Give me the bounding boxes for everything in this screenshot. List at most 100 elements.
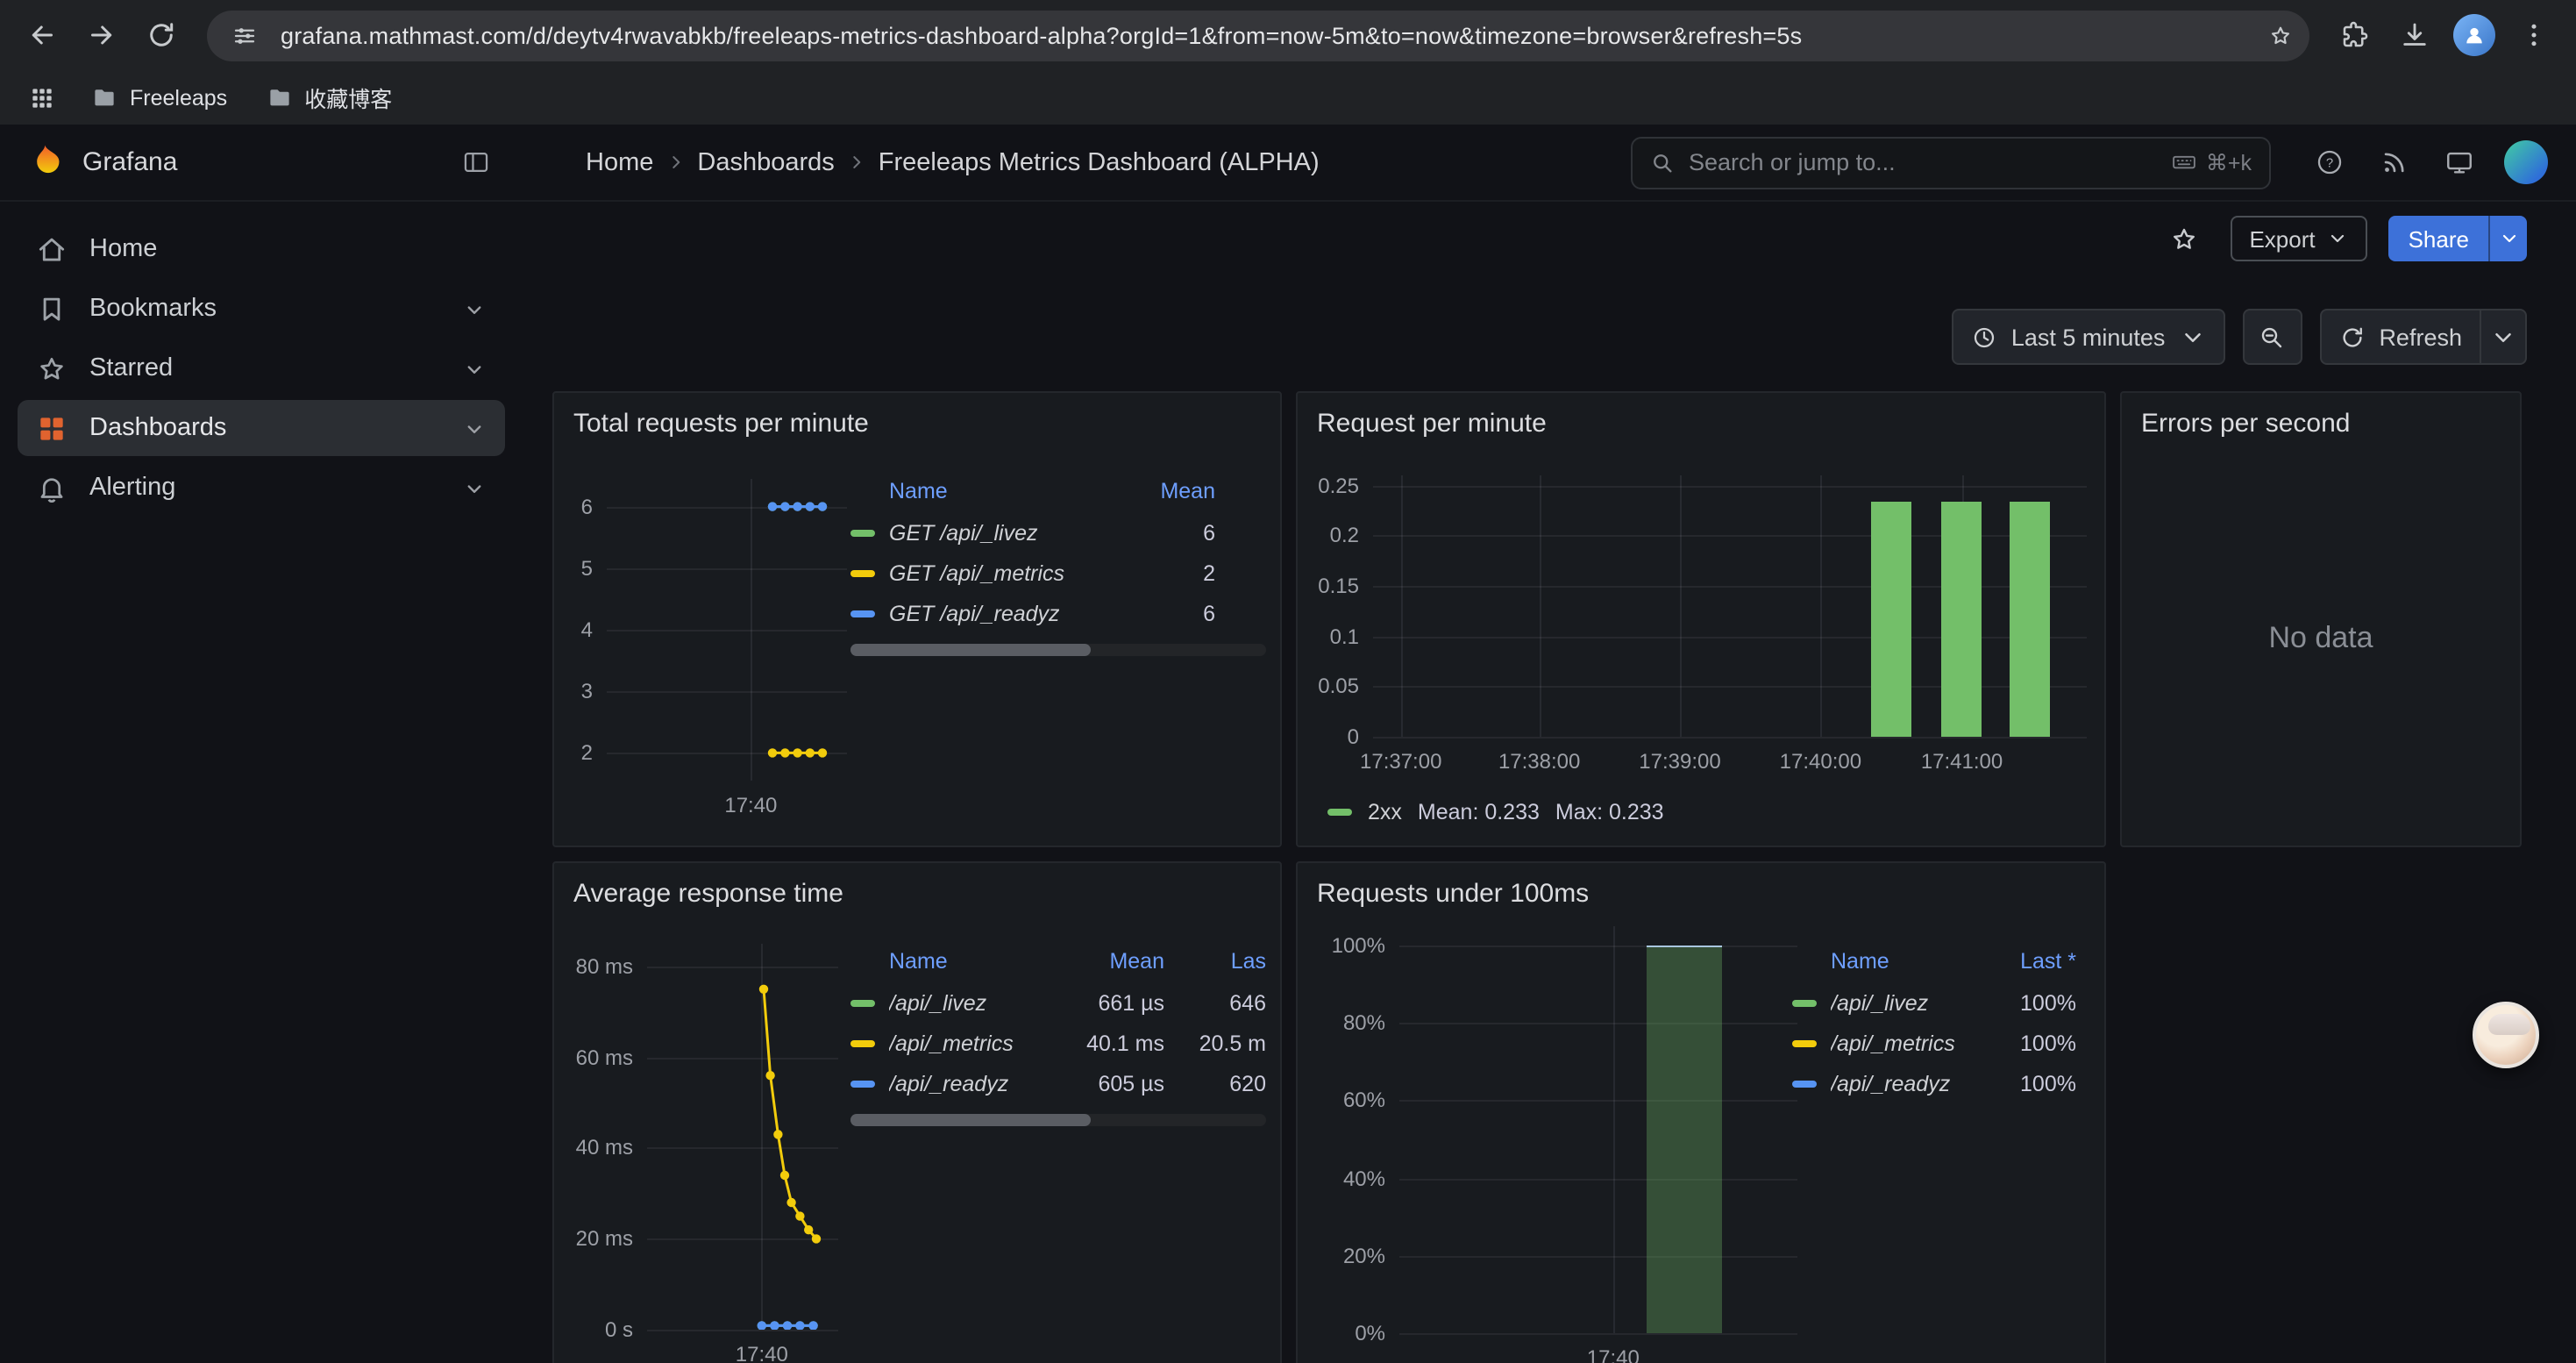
panel-title[interactable]: Request per minute <box>1298 393 2104 453</box>
legend-value: 100% <box>1964 1031 2076 1055</box>
apps-grid-icon[interactable] <box>18 73 67 122</box>
export-button[interactable]: Export <box>2230 216 2367 261</box>
breadcrumb-item-home[interactable]: Home <box>586 148 653 176</box>
grafana-logo-icon[interactable] <box>25 142 65 182</box>
chart: 0.250.20.150.10.05017:37:0017:38:0017:39… <box>1298 393 2104 846</box>
sidebar-item-label: Dashboards <box>89 414 226 442</box>
refresh-button[interactable]: Refresh <box>2319 309 2481 365</box>
sidebar-item-label: Home <box>89 235 157 263</box>
chart-bar <box>1942 503 1982 737</box>
panel-title[interactable]: Requests under 100ms <box>1298 863 2104 923</box>
legend-series-name[interactable]: /api/_metrics <box>850 1031 1052 1055</box>
legend-series-name[interactable]: 2xx <box>1368 800 1402 824</box>
share-menu-chevron[interactable] <box>2488 216 2527 261</box>
zoom-out-button[interactable] <box>2242 309 2302 365</box>
y-axis-tick: 0.05 <box>1298 673 1359 701</box>
extensions-icon[interactable] <box>2327 7 2383 63</box>
x-axis-tick: 17:38:00 <box>1469 749 1610 774</box>
legend-header-mean[interactable]: Mean <box>1110 479 1215 503</box>
series-swatch <box>850 569 875 576</box>
refresh-interval-chevron[interactable] <box>2481 309 2527 365</box>
back-button[interactable] <box>14 7 70 63</box>
legend-row: /api/_livez661 µs646 <box>850 982 1266 1023</box>
sidebar-item-alerting[interactable]: Alerting <box>18 460 505 516</box>
browser-menu-icon[interactable] <box>2506 7 2562 63</box>
legend-scrollbar[interactable] <box>850 1114 1266 1126</box>
bookmark-folder-freeleaps[interactable]: Freeleaps <box>77 79 241 116</box>
sidebar-item-bookmarks[interactable]: Bookmarks <box>18 281 505 337</box>
bookmark-star-icon[interactable] <box>2257 12 2302 58</box>
legend-scrollbar[interactable] <box>850 644 1266 656</box>
gridline <box>647 1238 838 1240</box>
gridline <box>751 479 752 781</box>
legend-header-mean[interactable]: Mean <box>1052 949 1164 974</box>
x-axis-tick: 17:40 <box>1543 1345 1683 1363</box>
legend-series-name[interactable]: /api/_livez <box>850 990 1052 1015</box>
dock-sidebar-icon[interactable] <box>452 139 498 185</box>
screen: grafana.mathmast.com/d/deytv4rwavabkb/fr… <box>0 0 2576 1363</box>
legend-header-name[interactable]: Name <box>850 479 1110 503</box>
legend-stat: Mean: 0.233 <box>1418 800 1540 824</box>
sidebar-item-home[interactable]: Home <box>18 221 505 277</box>
legend-series-name[interactable]: /api/_readyz <box>850 1071 1052 1095</box>
y-axis-tick: 60% <box>1298 1087 1385 1115</box>
legend-header-name[interactable]: Name <box>1792 949 1964 974</box>
help-icon[interactable]: ? <box>2309 143 2348 182</box>
y-axis-tick: 100% <box>1298 931 1385 960</box>
scrollbar-thumb[interactable] <box>850 644 1092 656</box>
panel-title[interactable]: Average response time <box>554 863 1280 923</box>
legend-stat: Max: 0.233 <box>1555 800 1664 824</box>
legend-series-name[interactable]: GET /api/_readyz <box>850 601 1110 625</box>
site-info-icon[interactable] <box>221 12 267 58</box>
header-icons: ? <box>2309 140 2548 184</box>
y-axis-tick: 20% <box>1298 1242 1385 1270</box>
news-rss-icon[interactable] <box>2374 143 2413 182</box>
panel-grid: Total requests per minute6543217:40NameM… <box>552 391 2527 1363</box>
legend-series-name[interactable]: GET /api/_metrics <box>850 560 1110 585</box>
zoom-out-icon <box>2259 324 2285 350</box>
share-button[interactable]: Share <box>2389 216 2488 261</box>
breadcrumb-item-dashboards[interactable]: Dashboards <box>697 148 834 176</box>
breadcrumb-item-freeleaps-metrics-dashboard-alpha[interactable]: Freeleaps Metrics Dashboard (ALPHA) <box>879 148 1320 176</box>
sidebar-item-label: Starred <box>89 354 173 382</box>
downloads-icon[interactable] <box>2387 7 2443 63</box>
panel-title[interactable]: Total requests per minute <box>554 393 1280 453</box>
series-label: /api/_livez <box>889 990 986 1015</box>
refresh-label: Refresh <box>2379 324 2462 350</box>
legend-value: 605 µs <box>1052 1071 1164 1095</box>
time-range-picker[interactable]: Last 5 minutes <box>1952 309 2225 365</box>
series-swatch <box>850 529 875 536</box>
folder-icon <box>266 84 292 111</box>
sidebar-item-label: Alerting <box>89 474 175 502</box>
series-plot <box>607 479 847 781</box>
profile-avatar[interactable] <box>2446 7 2502 63</box>
search-input[interactable]: Search or jump to... ⌘+k <box>1631 136 2271 189</box>
legend-series-name[interactable]: /api/_readyz <box>1792 1071 1964 1095</box>
user-avatar[interactable] <box>2504 140 2548 184</box>
refresh-icon <box>2338 324 2365 350</box>
y-axis-tick: 0 <box>1298 723 1359 751</box>
search-icon <box>1650 150 1675 175</box>
reload-button[interactable] <box>133 7 189 63</box>
y-axis-tick: 6 <box>554 493 593 521</box>
breadcrumb: Home Dashboards Freeleaps Metrics Dashboar… <box>586 148 1631 176</box>
bookmark-folder-blog[interactable]: 收藏博客 <box>252 75 406 119</box>
favorite-star-icon[interactable] <box>2160 214 2209 263</box>
monitor-icon[interactable] <box>2439 143 2478 182</box>
panel-title[interactable]: Errors per second <box>2122 393 2520 453</box>
legend-series-name[interactable]: /api/_metrics <box>1792 1031 1964 1055</box>
legend-series-name[interactable]: /api/_livez <box>1792 990 1964 1015</box>
gridline <box>1962 475 1964 737</box>
forward-button[interactable] <box>74 7 130 63</box>
legend-header-name[interactable]: Name <box>850 949 1052 974</box>
legend-value: 6 <box>1110 520 1215 545</box>
floating-assistant-avatar[interactable] <box>2473 1002 2539 1068</box>
legend-header-last[interactable]: Last * <box>1964 949 2076 974</box>
legend-header-las[interactable]: Las <box>1164 949 1266 974</box>
legend: 2xx Mean: 0.233 Max: 0.233 <box>1327 800 1664 824</box>
url-bar[interactable]: grafana.mathmast.com/d/deytv4rwavabkb/fr… <box>207 10 2309 61</box>
legend-series-name[interactable]: GET /api/_livez <box>850 520 1110 545</box>
sidebar-item-dashboards[interactable]: Dashboards <box>18 400 505 456</box>
sidebar-item-starred[interactable]: Starred <box>18 340 505 396</box>
scrollbar-thumb[interactable] <box>850 1114 1092 1126</box>
